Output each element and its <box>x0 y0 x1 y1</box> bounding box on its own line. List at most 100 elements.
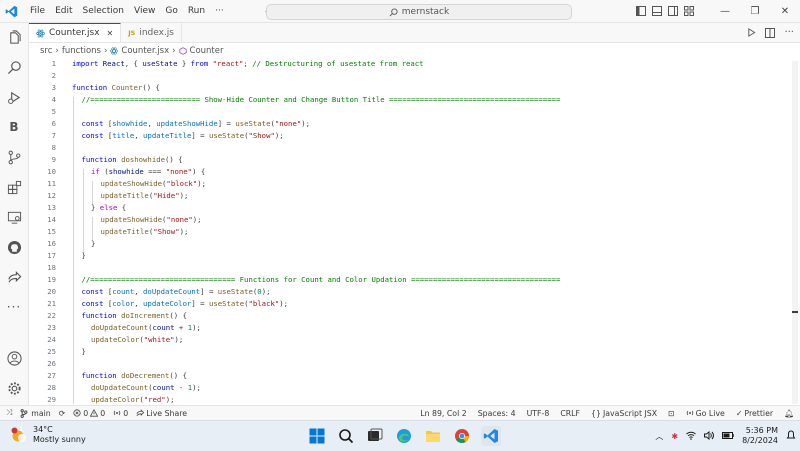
menu-item[interactable]: View <box>129 0 160 22</box>
code-line[interactable]: 20 const [count, doUpdateCount] = useStat… <box>29 285 789 297</box>
explorer-icon[interactable] <box>5 28 23 46</box>
code-line[interactable]: 25} <box>29 345 789 357</box>
notifications-bell-icon[interactable]: 🔔︎ <box>784 409 794 418</box>
menu-item[interactable]: Go <box>160 0 182 22</box>
code-line[interactable]: 5 <box>29 105 789 117</box>
clock[interactable]: 5:36 PM 8/2/2024 <box>742 426 778 446</box>
wifi-icon[interactable] <box>686 431 696 442</box>
code-line[interactable]: 18 <box>29 261 789 273</box>
code-line[interactable]: 8 <box>29 141 789 153</box>
code-line[interactable]: 26 <box>29 357 789 369</box>
code-line[interactable]: 19 //================================= Fu… <box>29 273 789 285</box>
github-icon[interactable] <box>5 238 23 256</box>
vscode-taskbar-icon[interactable] <box>481 426 501 446</box>
accounts-icon[interactable] <box>5 349 23 367</box>
battery-icon[interactable] <box>722 431 734 441</box>
toggle-secondary-sidebar-icon[interactable] <box>668 6 678 16</box>
minimize-button[interactable]: — <box>710 6 740 17</box>
toggle-primary-sidebar-icon[interactable] <box>636 6 646 16</box>
breadcrumb-file[interactable]: Counter.jsx <box>121 46 169 56</box>
live-share-icon[interactable] <box>5 268 23 286</box>
code-line[interactable]: 2 <box>29 69 789 81</box>
run-icon[interactable] <box>747 28 756 37</box>
code-line[interactable]: 21 const [color, updateColor] = useState(… <box>29 297 789 309</box>
code-line[interactable]: 1 import React, { useState } from "react"… <box>29 57 789 69</box>
code-line[interactable]: 16} <box>29 237 789 249</box>
editor-scrollbar[interactable] <box>792 61 798 404</box>
weather-widget[interactable]: 1 34°C Mostly sunny <box>10 425 86 445</box>
go-live-button[interactable]: Go Live <box>686 409 725 418</box>
split-editor-icon[interactable] <box>765 27 776 38</box>
breadcrumb-functions[interactable]: functions <box>62 46 101 56</box>
menu-item[interactable]: Selection <box>78 0 129 22</box>
more-actions-icon[interactable]: ··· <box>784 27 794 38</box>
code-line[interactable]: 22 function doIncrement() { <box>29 309 789 321</box>
tab-index-js[interactable]: JS index.js <box>121 23 183 42</box>
code-line[interactable]: 23 doUpdateCount(count + 1); <box>29 321 789 333</box>
cursor-position[interactable]: Ln 89, Col 2 <box>420 409 466 418</box>
volume-icon[interactable] <box>704 430 714 442</box>
menu-item[interactable]: ··· <box>210 0 229 22</box>
problems-indicator[interactable]: 0 0 <box>73 409 105 418</box>
menu-item[interactable]: File <box>25 0 50 22</box>
tab-counter-jsx[interactable]: Counter.jsx ✕ <box>29 23 122 42</box>
indentation[interactable]: Spaces: 4 <box>478 409 516 418</box>
search-icon[interactable] <box>5 58 23 76</box>
run-and-debug-icon[interactable] <box>5 88 23 106</box>
edge-browser-icon[interactable] <box>394 426 414 446</box>
code-line[interactable]: 14 updateShowHide("none"); <box>29 213 789 225</box>
source-control-icon[interactable] <box>5 148 23 166</box>
extensions-icon[interactable] <box>5 178 23 196</box>
remote-explorer-icon[interactable] <box>5 208 23 226</box>
code-line[interactable]: 13} else { <box>29 201 789 213</box>
close-tab-icon[interactable]: ✕ <box>107 29 114 38</box>
close-button[interactable]: ✕ <box>770 6 800 17</box>
branch-indicator[interactable]: main <box>20 409 51 418</box>
ports-indicator[interactable]: 0 <box>113 409 128 418</box>
code-text: updateColor("red"); <box>91 394 175 404</box>
prettier-status[interactable]: ✓ Prettier <box>736 409 773 418</box>
encoding[interactable]: UTF-8 <box>527 409 550 418</box>
code-line[interactable]: 9 function doshowhide() { <box>29 153 789 165</box>
code-line[interactable]: 10 if (showhide === "none") { <box>29 165 789 177</box>
code-line[interactable]: 27 function doDecrement() { <box>29 369 789 381</box>
bookmark-b-icon[interactable]: B <box>5 118 23 136</box>
remote-indicator-icon[interactable]: ⤨ <box>6 408 12 418</box>
show-hidden-icons-chevron-icon[interactable]: ︿ <box>655 431 663 442</box>
code-line[interactable]: 12 updateTitle("Hide"); <box>29 189 789 201</box>
code-line[interactable]: 7 const [title, updateTitle] = useState("… <box>29 129 789 141</box>
code-line[interactable]: 28 doUpdateCount(count - 1); <box>29 381 789 393</box>
code-editor[interactable]: 1 import React, { useState } from "react"… <box>29 57 800 404</box>
code-line[interactable]: 15 updateTitle("Show"); <box>29 225 789 237</box>
end-of-line[interactable]: CRLF <box>560 409 580 418</box>
code-line[interactable]: 4 //========================= Show-Hide C… <box>29 93 789 105</box>
taskbar-search-icon[interactable] <box>336 426 356 446</box>
start-windows-icon[interactable] <box>307 426 327 446</box>
sync-icon[interactable]: ⟳ <box>59 409 66 418</box>
menu-item[interactable]: Run <box>183 0 210 22</box>
breadcrumb-src[interactable]: src <box>40 46 52 56</box>
settings-gear-icon[interactable] <box>5 379 23 397</box>
live-share-status[interactable]: Live Share <box>136 409 187 418</box>
task-view-icon[interactable] <box>365 426 385 446</box>
copilot-icon[interactable]: ⊡ <box>668 409 675 418</box>
line-number: 6 <box>51 118 56 128</box>
customize-layout-icon[interactable] <box>684 6 694 16</box>
maximize-button[interactable]: ❐ <box>740 6 770 17</box>
code-line[interactable]: 3 function Counter() { <box>29 81 789 93</box>
breadcrumb-symbol[interactable]: Counter <box>190 46 224 56</box>
code-line[interactable]: 17} <box>29 249 789 261</box>
command-center-search[interactable]: mernstack <box>266 4 572 20</box>
code-line[interactable]: 29 updateColor("red"); <box>29 393 789 404</box>
chrome-browser-icon[interactable] <box>452 426 472 446</box>
meet-now-icon[interactable]: ✱ <box>671 432 678 441</box>
menu-item[interactable]: Edit <box>50 0 77 22</box>
notification-center-icon[interactable] <box>786 430 796 442</box>
code-line[interactable]: 6 const [showhide, updateShowHide] = useS… <box>29 117 789 129</box>
code-line[interactable]: 24 updateColor("white"); <box>29 333 789 345</box>
language-mode[interactable]: {} JavaScript JSX <box>591 409 657 418</box>
file-explorer-icon[interactable] <box>423 426 443 446</box>
toggle-panel-icon[interactable] <box>652 6 662 16</box>
more-views-icon[interactable]: ··· <box>5 298 23 316</box>
code-line[interactable]: 11 updateShowHide("block"); <box>29 177 789 189</box>
